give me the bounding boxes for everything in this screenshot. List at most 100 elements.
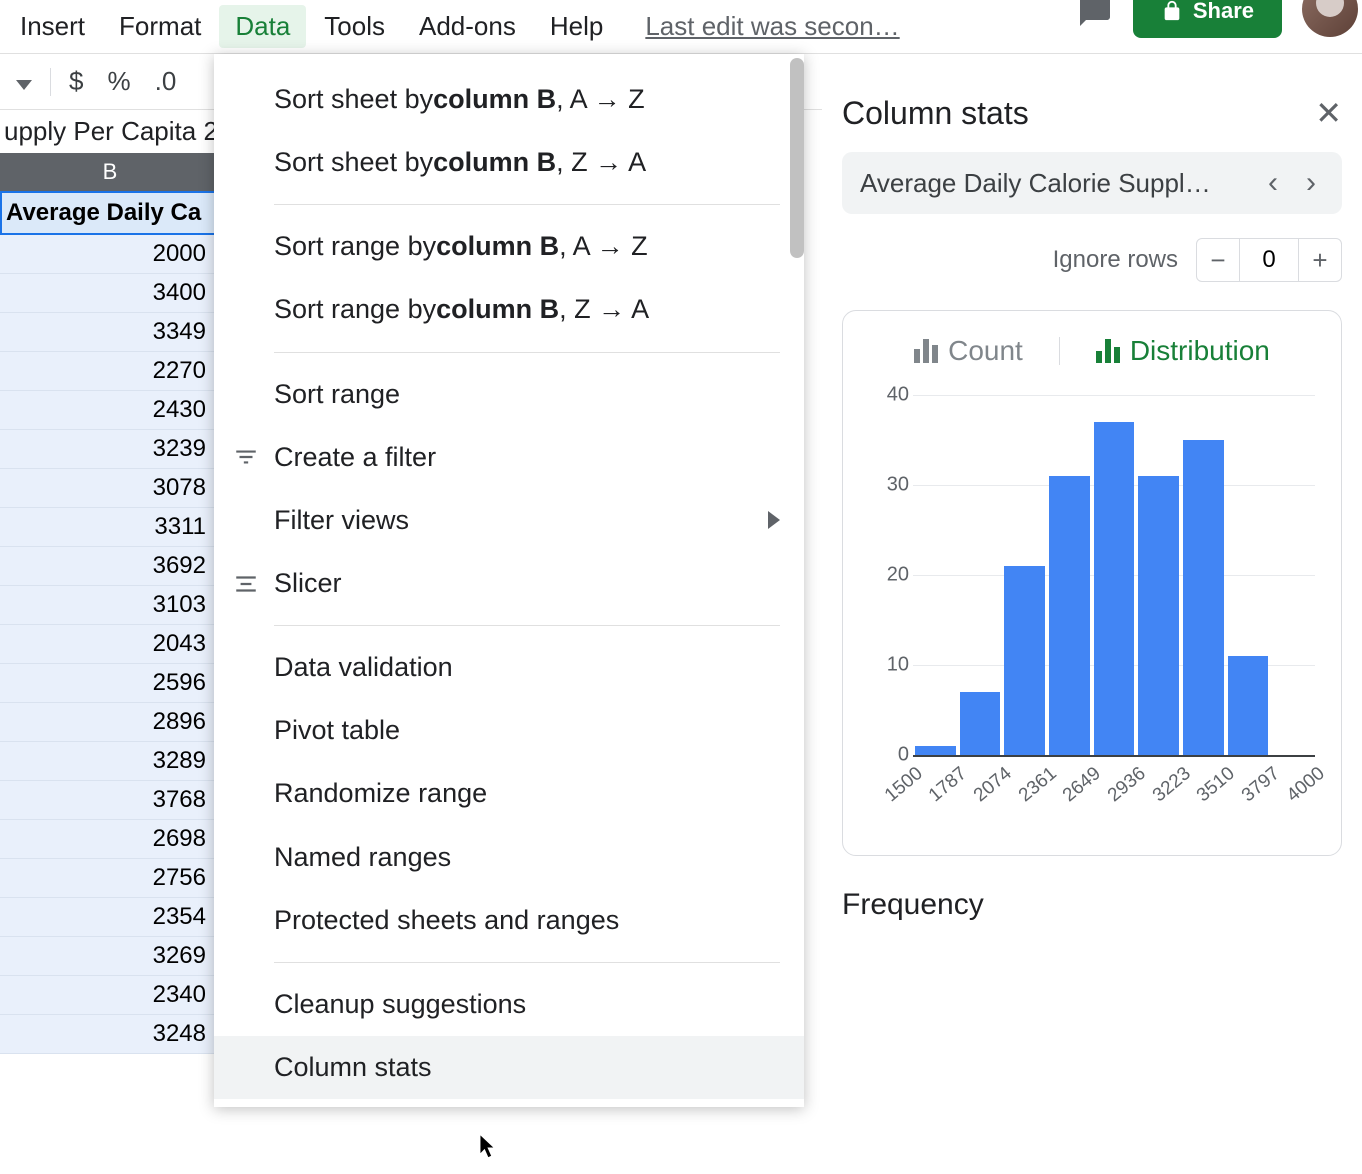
menu-addons[interactable]: Add-ons xyxy=(403,5,532,48)
menu-format[interactable]: Format xyxy=(103,5,217,48)
menu-help[interactable]: Help xyxy=(534,5,619,48)
x-tick: 3510 xyxy=(1193,763,1240,807)
submenu-arrow-icon xyxy=(768,511,780,529)
cell[interactable]: 3692 xyxy=(0,547,220,586)
cell[interactable]: 3400 xyxy=(0,274,220,313)
slicer-icon xyxy=(232,570,260,598)
cell[interactable]: 3269 xyxy=(0,937,220,976)
cell[interactable]: 2430 xyxy=(0,391,220,430)
x-tick: 4000 xyxy=(1283,763,1330,807)
bar-chart-icon xyxy=(914,339,938,363)
y-tick: 0 xyxy=(898,744,909,767)
x-tick: 1787 xyxy=(925,763,972,807)
menu-protected-sheets[interactable]: Protected sheets and ranges xyxy=(214,889,804,952)
last-edit-link[interactable]: Last edit was secon… xyxy=(645,11,899,42)
menu-create-filter[interactable]: Create a filter xyxy=(214,426,804,489)
cell[interactable]: 3248 xyxy=(0,1015,220,1054)
menu-sort-range[interactable]: Sort range xyxy=(214,363,804,426)
x-tick: 2074 xyxy=(970,763,1017,807)
stats-title: Column stats xyxy=(842,95,1029,132)
menu-tools[interactable]: Tools xyxy=(308,5,401,48)
label: Create a filter xyxy=(274,438,436,477)
x-tick: 1500 xyxy=(881,763,928,807)
distribution-chart-card: Count Distribution 010203040 15001787207… xyxy=(842,310,1342,856)
column-header-b[interactable]: B xyxy=(0,153,220,191)
y-tick: 20 xyxy=(887,564,909,587)
menu-pivot-table[interactable]: Pivot table xyxy=(214,699,804,762)
cell[interactable]: 3768 xyxy=(0,781,220,820)
mouse-cursor xyxy=(480,1134,498,1160)
format-decimal[interactable]: .0 xyxy=(145,62,187,101)
next-column-button[interactable]: › xyxy=(1298,166,1324,200)
menubar: Insert Format Data Tools Add-ons Help La… xyxy=(0,0,1362,54)
histogram-bar xyxy=(1049,476,1090,755)
y-tick: 40 xyxy=(887,384,909,407)
cell[interactable]: 3078 xyxy=(0,469,220,508)
cell[interactable]: 3349 xyxy=(0,313,220,352)
format-percent[interactable]: % xyxy=(97,62,140,101)
cell[interactable]: 3289 xyxy=(0,742,220,781)
filter-icon xyxy=(232,443,260,471)
cell[interactable]: 2270 xyxy=(0,352,220,391)
y-axis: 010203040 xyxy=(869,395,913,755)
menubar-right: Share xyxy=(1077,0,1358,55)
avatar[interactable] xyxy=(1302,0,1358,37)
chart-tabs: Count Distribution xyxy=(859,335,1325,367)
separator xyxy=(274,204,780,205)
menu-column-stats[interactable]: Column stats xyxy=(214,1036,804,1099)
share-label: Share xyxy=(1193,0,1254,24)
ignore-rows-input[interactable] xyxy=(1240,238,1298,282)
data-menu-dropdown: Sort sheet by column B, A → Z Sort sheet… xyxy=(214,54,804,1107)
y-tick: 10 xyxy=(887,654,909,677)
bar-chart-icon xyxy=(1096,339,1120,363)
cell[interactable]: 3311 xyxy=(0,508,220,547)
menu-filter-views[interactable]: Filter views xyxy=(214,489,804,552)
histogram-bar xyxy=(1183,440,1224,755)
cell[interactable]: 2596 xyxy=(0,664,220,703)
column-header-cell[interactable]: Average Daily Ca xyxy=(0,191,220,235)
menu-insert[interactable]: Insert xyxy=(4,5,101,48)
menu-data[interactable]: Data xyxy=(219,5,306,48)
column-selector: Average Daily Calorie Suppl… ‹ › xyxy=(842,152,1342,214)
label-prefix: Sort range by xyxy=(274,290,436,329)
histogram-bar xyxy=(1138,476,1179,755)
prev-column-button[interactable]: ‹ xyxy=(1260,166,1286,200)
tab-count[interactable]: Count xyxy=(914,335,1023,367)
menu-named-ranges[interactable]: Named ranges xyxy=(214,826,804,889)
menu-data-validation[interactable]: Data validation xyxy=(214,636,804,699)
menu-randomize-range[interactable]: Randomize range xyxy=(214,762,804,825)
menu-sort-range-az[interactable]: Sort range by column B, A → Z xyxy=(214,215,804,278)
cell[interactable]: 2756 xyxy=(0,859,220,898)
cell[interactable]: 2000 xyxy=(0,235,220,274)
separator xyxy=(274,352,780,353)
menu-slicer[interactable]: Slicer xyxy=(214,552,804,615)
menu-sort-range-za[interactable]: Sort range by column B, Z → A xyxy=(214,278,804,341)
sheet-title-row: upply Per Capita 20 xyxy=(0,110,220,153)
separator xyxy=(274,962,780,963)
bars xyxy=(913,395,1315,755)
close-button[interactable]: ✕ xyxy=(1315,94,1342,132)
cell[interactable]: 2698 xyxy=(0,820,220,859)
cell[interactable]: 2896 xyxy=(0,703,220,742)
toolbar-more[interactable] xyxy=(6,62,42,101)
ignore-rows-increment[interactable]: + xyxy=(1298,238,1342,282)
tab-distribution[interactable]: Distribution xyxy=(1096,335,1270,367)
cell[interactable]: 3103 xyxy=(0,586,220,625)
menu-sort-sheet-za[interactable]: Sort sheet by column B, Z → A xyxy=(214,131,804,194)
label-suffix: , Z → A xyxy=(559,290,649,329)
label-col: column B xyxy=(436,227,559,266)
share-button[interactable]: Share xyxy=(1133,0,1282,38)
cell[interactable]: 2354 xyxy=(0,898,220,937)
ignore-rows-label: Ignore rows xyxy=(1053,246,1178,274)
x-tick: 3797 xyxy=(1238,763,1285,807)
label-prefix: Sort range by xyxy=(274,227,436,266)
cell[interactable]: 2043 xyxy=(0,625,220,664)
cell[interactable]: 2340 xyxy=(0,976,220,1015)
ignore-rows-decrement[interactable]: − xyxy=(1196,238,1240,282)
label: Slicer xyxy=(274,564,342,603)
cell[interactable]: 3239 xyxy=(0,430,220,469)
menu-sort-sheet-az[interactable]: Sort sheet by column B, A → Z xyxy=(214,68,804,131)
comment-icon[interactable] xyxy=(1077,0,1113,29)
format-currency[interactable]: $ xyxy=(59,62,93,101)
menu-cleanup-suggestions[interactable]: Cleanup suggestions xyxy=(214,973,804,1036)
